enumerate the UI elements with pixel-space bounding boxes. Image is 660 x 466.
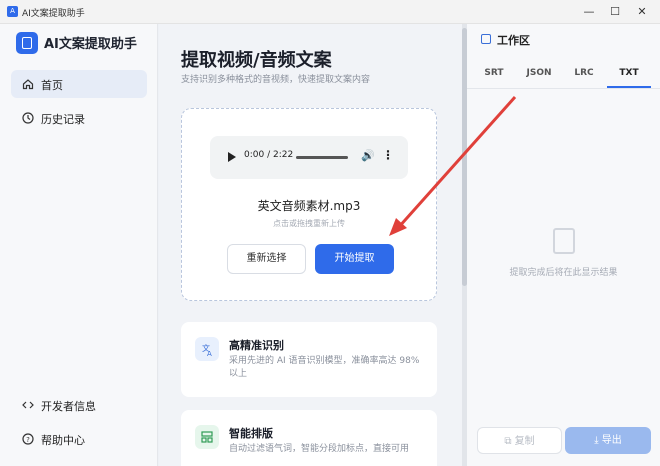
- workspace-panel: 工作区 SRT JSON LRC TXT 提取完成后将在此显示结果 ⧉ 复制 ⤓…: [467, 24, 660, 466]
- sidebar-item-home[interactable]: 首页: [11, 70, 147, 98]
- sidebar-item-label: 历史记录: [41, 113, 85, 126]
- sidebar-item-history[interactable]: 历史记录: [11, 104, 147, 132]
- minimize-button[interactable]: —: [577, 3, 601, 21]
- brand-name: AI文案提取助手: [44, 37, 137, 52]
- export-button[interactable]: ⤓ 导出: [565, 427, 651, 454]
- sidebar: AI文案提取助手 首页 历史记录 开发者信息 ? 帮助中心: [0, 24, 158, 466]
- audio-player: 0:00 / 2:22 🔊 ⋮: [210, 136, 408, 179]
- sidebar-item-label: 首页: [41, 79, 63, 92]
- feature-title: 智能排版: [229, 427, 273, 440]
- copy-button[interactable]: ⧉ 复制: [477, 427, 562, 454]
- clock-icon: [22, 112, 34, 124]
- more-options-icon[interactable]: ⋮: [382, 148, 394, 162]
- help-icon: ?: [22, 433, 34, 445]
- upload-area[interactable]: 0:00 / 2:22 🔊 ⋮ 英文音频素材.mp3 点击或拖拽重新上传 重新选…: [181, 108, 437, 301]
- tab-srt[interactable]: SRT: [472, 68, 516, 88]
- main-panel: 提取视频/音频文案 支持识别多种格式的音视频，快速提取文案内容 0:00 / 2…: [159, 24, 462, 466]
- player-time: 0:00 / 2:22: [244, 150, 294, 160]
- code-icon: [22, 401, 34, 409]
- app-icon: A: [7, 6, 18, 17]
- volume-icon[interactable]: 🔊: [361, 149, 375, 162]
- sidebar-item-label: 开发者信息: [41, 400, 96, 413]
- svg-text:A: A: [207, 350, 212, 358]
- sidebar-item-developer[interactable]: 开发者信息: [11, 391, 147, 419]
- workspace-title: 工作区: [497, 34, 530, 47]
- file-name: 英文音频素材.mp3: [257, 199, 361, 213]
- title-bar: A AI文案提取助手 — ☐ ✕: [0, 0, 660, 24]
- sidebar-item-help[interactable]: ? 帮助中心: [11, 425, 147, 453]
- export-label: 导出: [601, 435, 622, 446]
- document-icon: [553, 228, 575, 254]
- feature-desc: 采用先进的 AI 语音识别模型，准确率高达 98% 以上: [229, 356, 420, 379]
- start-extract-button[interactable]: 开始提取: [315, 244, 394, 274]
- tab-lrc[interactable]: LRC: [562, 68, 606, 88]
- logo-icon: [16, 32, 38, 54]
- layout-icon: [195, 425, 219, 449]
- feature-title: 高精准识别: [229, 339, 284, 352]
- sidebar-item-label: 帮助中心: [41, 434, 85, 447]
- svg-text:?: ?: [26, 436, 30, 444]
- home-icon: [22, 79, 34, 90]
- workspace-icon: [481, 34, 491, 44]
- seek-slider[interactable]: [296, 156, 348, 159]
- reselect-button[interactable]: 重新选择: [227, 244, 306, 274]
- upload-hint: 点击或拖拽重新上传: [273, 219, 345, 228]
- page-title: 提取视频/音频文案: [181, 50, 332, 71]
- feature-desc: 自动过滤语气词，智能分段加标点，直接可用: [229, 444, 410, 454]
- copy-icon: ⧉: [504, 436, 515, 447]
- tab-txt[interactable]: TXT: [607, 68, 651, 88]
- empty-state-text: 提取完成后将在此显示结果: [509, 268, 618, 278]
- feature-card: 文A 高精准识别 采用先进的 AI 语音识别模型，准确率高达 98% 以上: [181, 322, 437, 397]
- maximize-button[interactable]: ☐: [603, 3, 627, 21]
- download-icon: ⤓: [594, 435, 602, 446]
- translate-icon: 文A: [195, 337, 219, 361]
- feature-card: 智能排版 自动过滤语气词，智能分段加标点，直接可用: [181, 410, 437, 466]
- play-icon[interactable]: [228, 152, 236, 162]
- tab-json[interactable]: JSON: [517, 68, 561, 88]
- format-tabs: SRT JSON LRC TXT: [467, 64, 660, 89]
- copy-label: 复制: [514, 436, 535, 447]
- window-title: AI文案提取助手: [22, 9, 85, 19]
- page-subtitle: 支持识别多种格式的音视频，快速提取文案内容: [181, 75, 371, 85]
- close-button[interactable]: ✕: [630, 3, 654, 21]
